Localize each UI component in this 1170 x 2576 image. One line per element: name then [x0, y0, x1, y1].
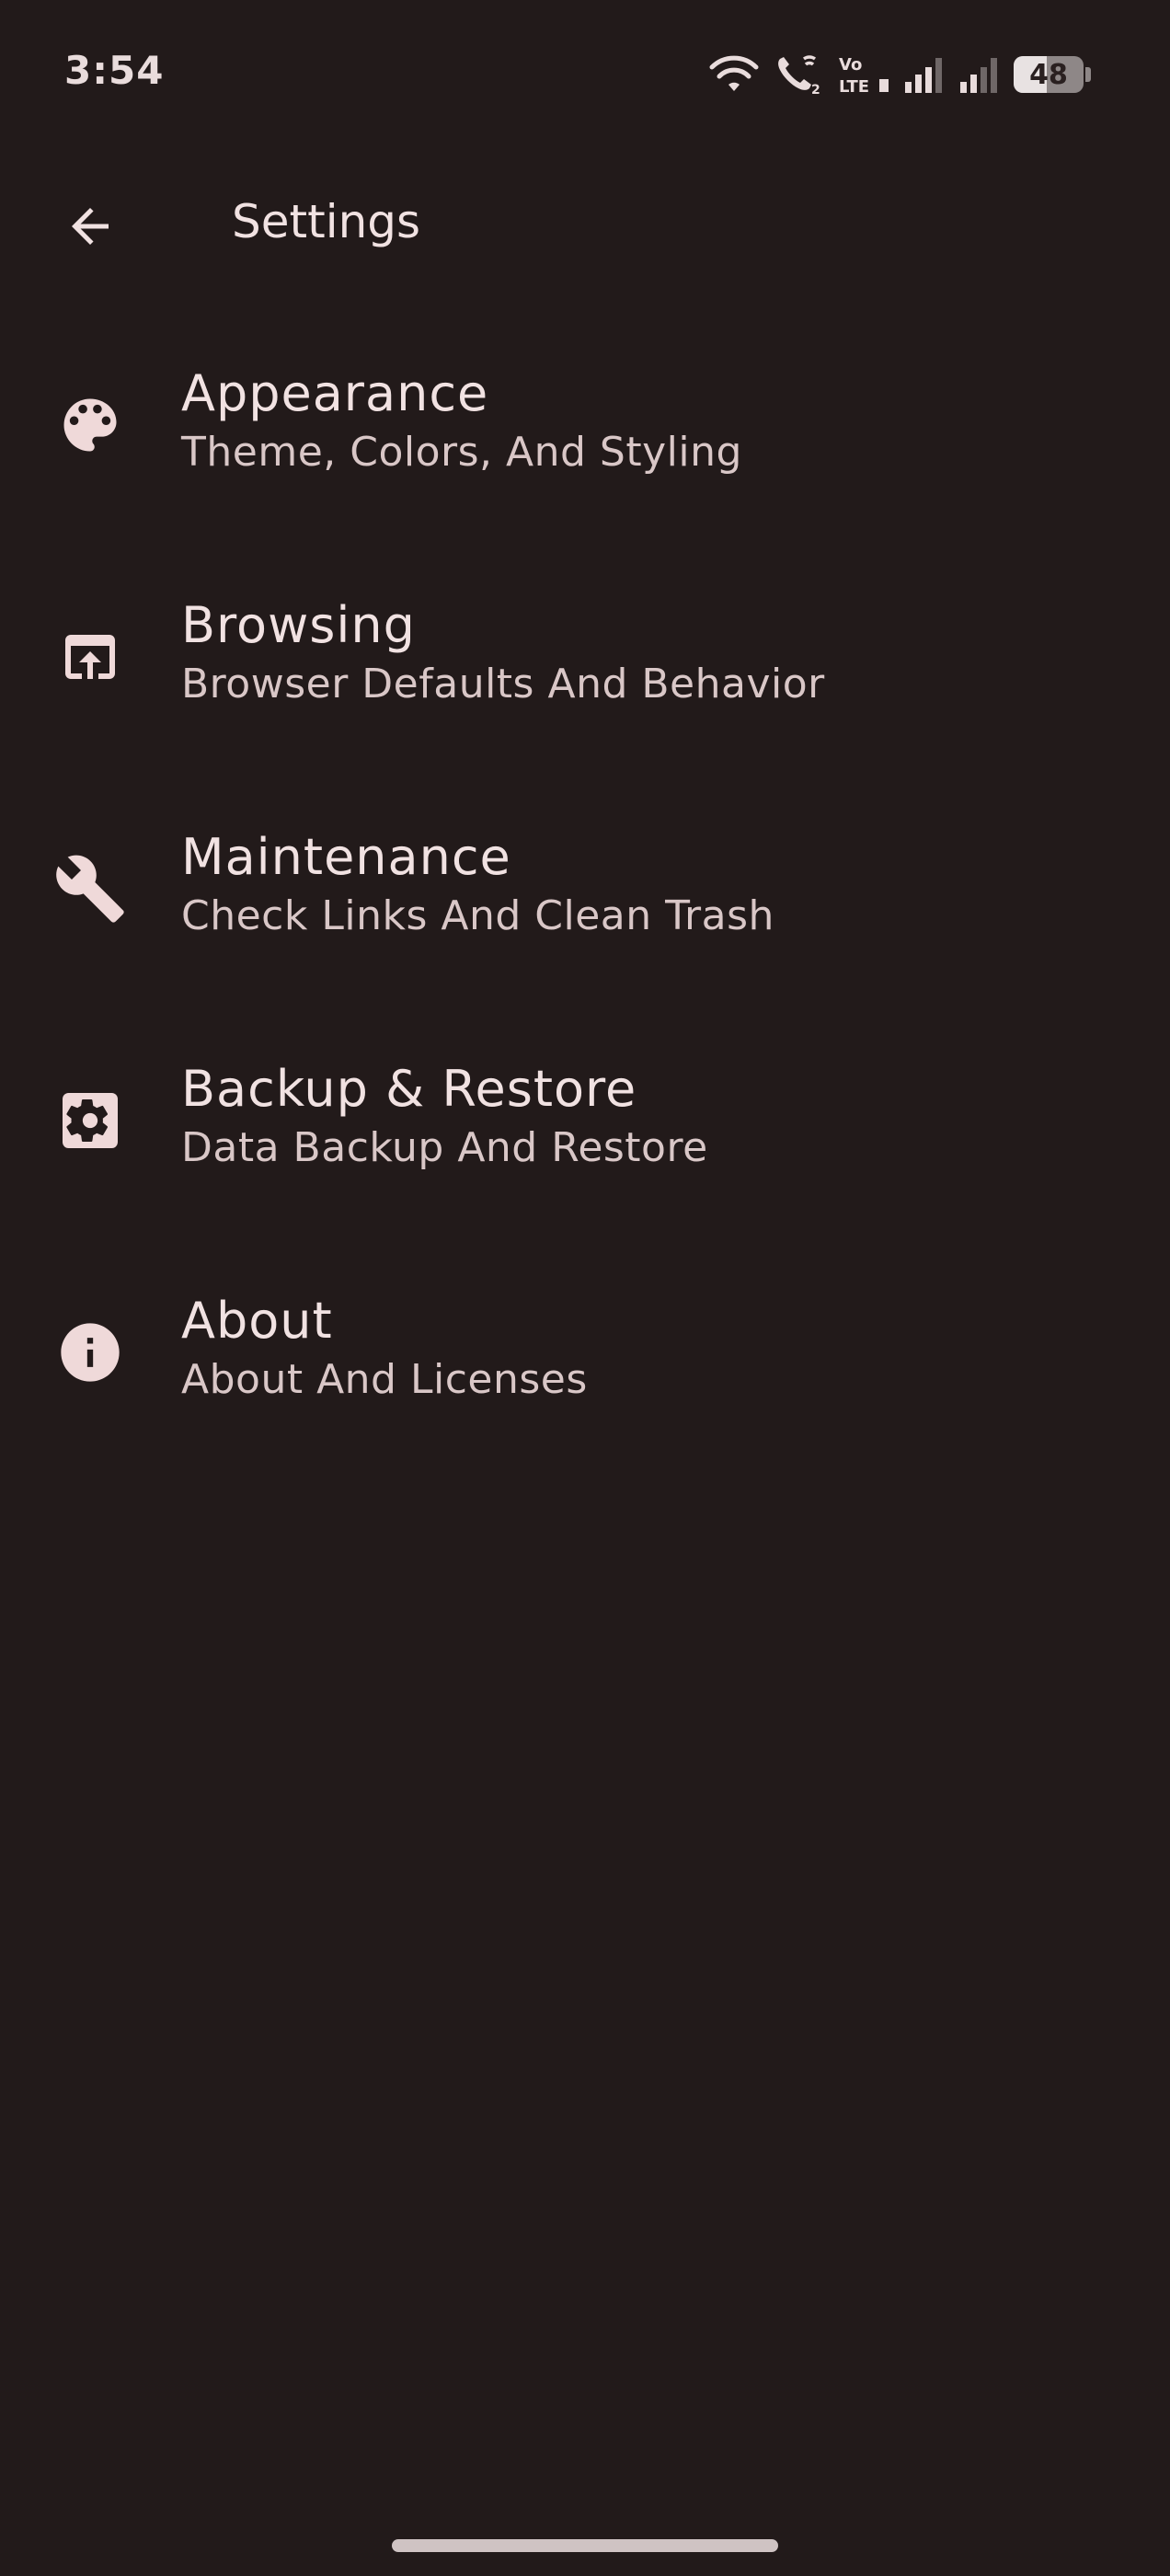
settings-item-about[interactable]: About About And Licenses — [0, 1260, 1170, 1492]
battery-level: 48 — [1029, 58, 1068, 91]
settings-item-maintenance[interactable]: Maintenance Check Links And Clean Trash — [0, 797, 1170, 1029]
settings-item-appearance[interactable]: Appearance Theme, Colors, And Styling — [0, 333, 1170, 565]
settings-item-subtitle: Browser Defaults And Behavior — [181, 661, 825, 707]
info-icon — [53, 1260, 127, 1444]
settings-item-title: Appearance — [181, 364, 489, 422]
svg-text:Vo: Vo — [839, 55, 862, 75]
settings-list: Appearance Theme, Colors, And Styling Br… — [0, 333, 1170, 1492]
back-button[interactable] — [46, 184, 134, 272]
page-title: Settings — [232, 195, 421, 248]
svg-text:LTE: LTE — [839, 77, 869, 96]
top-app-bar: Settings — [0, 156, 1170, 285]
status-bar: 3:54 2 Vo LTE 48 — [0, 0, 1170, 147]
settings-item-subtitle: About And Licenses — [181, 1356, 588, 1403]
settings-item-title: About — [181, 1292, 333, 1350]
signal-2-icon — [958, 54, 1001, 95]
settings-item-title: Browsing — [181, 596, 416, 654]
volte-icon: Vo LTE — [837, 53, 890, 96]
wrench-icon — [53, 797, 127, 981]
svg-text:2: 2 — [811, 83, 820, 96]
home-indicator[interactable] — [392, 2539, 778, 2552]
palette-icon — [53, 333, 127, 517]
wifi-calling-icon: 2 — [773, 53, 824, 96]
status-time: 3:54 — [64, 48, 165, 93]
settings-item-subtitle: Data Backup And Restore — [181, 1124, 708, 1171]
settings-item-subtitle: Check Links And Clean Trash — [181, 892, 774, 939]
settings-item-browsing[interactable]: Browsing Browser Defaults And Behavior — [0, 565, 1170, 797]
settings-item-title: Backup & Restore — [181, 1060, 637, 1118]
settings-backup-icon — [53, 1029, 127, 1213]
status-icons: 2 Vo LTE 48 — [708, 52, 1091, 98]
arrow-back-icon — [63, 199, 118, 258]
battery-icon: 48 — [1014, 56, 1091, 93]
open-in-browser-icon — [53, 565, 127, 749]
settings-item-title: Maintenance — [181, 828, 511, 886]
settings-item-backup-restore[interactable]: Backup & Restore Data Backup And Restore — [0, 1029, 1170, 1260]
wifi-icon — [708, 54, 760, 95]
signal-1-icon — [903, 54, 946, 95]
settings-item-subtitle: Theme, Colors, And Styling — [181, 429, 742, 476]
